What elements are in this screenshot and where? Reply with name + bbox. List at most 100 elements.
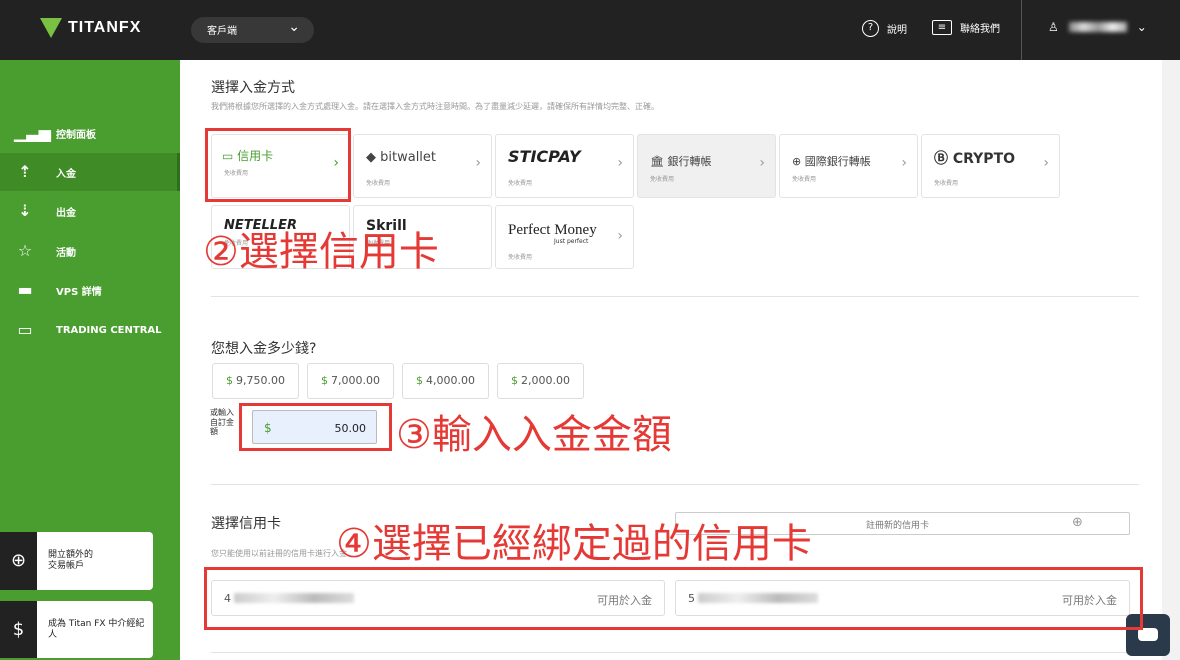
sidebar-item-label: 入金 — [56, 168, 76, 180]
annotation-step-3: ③輸入入金金額 — [396, 412, 672, 458]
section-divider — [211, 652, 1139, 653]
method-name: ◆ bitwallet — [366, 150, 436, 165]
header-divider — [1021, 0, 1022, 60]
become-ib-label: 成為 Titan FX 中介經紀 人 — [48, 619, 145, 640]
withdraw-icon: ⇣ — [18, 201, 32, 220]
chevron-down-icon: ⌄ — [288, 19, 300, 35]
method-note: 免收費用 — [792, 176, 817, 183]
method-label: 國際銀行轉帳 — [804, 155, 871, 168]
help-link[interactable]: ? 說明 — [862, 20, 907, 37]
method-label: bitwallet — [380, 150, 437, 165]
sidebar-item-label: TRADING CENTRAL — [56, 324, 162, 336]
badge-icon: ☆ — [17, 241, 33, 260]
sidebar-item-label: VPS 詳情 — [56, 286, 102, 298]
method-note: 免收費用 — [934, 180, 959, 187]
dollar-sign: $ — [511, 374, 518, 387]
highlight-amount-input — [239, 403, 392, 451]
user-name-blurred — [1068, 22, 1127, 32]
method-international-bank-transfer[interactable]: ⊕ 國際銀行轉帳 免收費用 › — [779, 134, 918, 198]
method-tagline: Just perfect — [554, 238, 589, 245]
chevron-right-icon: › — [901, 155, 907, 171]
credit-card-title: 選擇信用卡 — [211, 516, 281, 532]
custom-amount-label: 或輸入自訂金額 — [210, 408, 234, 436]
bank-icon: 🏛 — [650, 155, 668, 168]
sidebar-item-label: 控制面板 — [56, 129, 96, 141]
become-ib-card[interactable]: $ 成為 Titan FX 中介經紀 人 — [0, 601, 153, 658]
method-name: 🏛 銀行轉帳 — [650, 153, 711, 169]
sidebar-item-vps[interactable]: ▬ VPS 詳情 — [0, 271, 180, 309]
method-perfect-money[interactable]: Perfect Money Just perfect 免收費用 › — [495, 205, 634, 269]
highlight-credit-card — [205, 128, 351, 202]
dollar-sign: $ — [321, 374, 328, 387]
amount-title: 您想入金多少錢? — [211, 341, 317, 357]
chevron-right-icon: › — [1043, 155, 1049, 171]
chart-bars-icon: ▁▃▅ — [14, 123, 51, 142]
method-sticpay[interactable]: STICPAY 免收費用 › — [495, 134, 634, 198]
method-crypto[interactable]: Ⓑ CRYPTO 免收費用 › — [921, 134, 1060, 198]
server-icon: ▬ — [17, 280, 33, 299]
chat-icon: ≡ — [932, 20, 952, 35]
section-divider — [211, 296, 1139, 297]
dollar-chat-icon: $ — [0, 601, 37, 658]
user-menu[interactable]: ♙ ⌄ — [1048, 20, 1147, 34]
annotation-step-2: ②選擇信用卡 — [203, 229, 439, 275]
sidebar-item-promotions[interactable]: ☆ 活動 — [0, 232, 180, 270]
scrollbar[interactable] — [1162, 60, 1180, 660]
question-icon: ? — [862, 20, 879, 37]
help-label: 說明 — [887, 25, 907, 36]
plus-circle-icon: ⊕ — [1072, 515, 1083, 530]
sidebar-item-deposit[interactable]: ⇡ 入金 — [0, 153, 180, 191]
sidebar-item-label: 活動 — [56, 247, 76, 259]
method-note: 免收費用 — [366, 180, 391, 187]
method-name: ⊕ 國際銀行轉帳 — [792, 153, 871, 169]
dollar-sign: $ — [226, 374, 233, 387]
bitwallet-icon: ◆ — [366, 150, 381, 165]
method-label: STICPAY — [508, 147, 581, 166]
preset-amount-button[interactable]: $4,000.00 — [402, 363, 489, 399]
chevron-down-icon: ⌄ — [1136, 20, 1147, 34]
bitcoin-icon: Ⓑ — [934, 151, 953, 167]
sidebar-item-dashboard[interactable]: ▁▃▅ 控制面板 — [0, 114, 180, 152]
method-note: 免收費用 — [650, 176, 675, 183]
account-selector-label: 客戶端 — [207, 26, 237, 37]
credit-card-note: 您只能使用以前註冊的信用卡進行入金 — [211, 549, 347, 558]
section-divider — [211, 484, 1139, 485]
sidebar-item-withdraw[interactable]: ⇣ 出金 — [0, 192, 180, 230]
preset-amount-button[interactable]: $9,750.00 — [212, 363, 299, 399]
method-label: 銀行轉帳 — [667, 155, 712, 168]
contact-label: 聯絡我們 — [960, 24, 1000, 35]
highlight-saved-cards — [204, 567, 1143, 630]
globe-icon: ⊕ — [792, 155, 805, 168]
method-bitwallet[interactable]: ◆ bitwallet 免收費用 › — [353, 134, 492, 198]
preset-amount-label: 9,750.00 — [236, 374, 285, 387]
sidebar-item-label: 出金 — [56, 207, 76, 219]
user-icon: ♙ — [1048, 20, 1059, 34]
chevron-right-icon: › — [617, 228, 623, 244]
preset-amount-label: 7,000.00 — [331, 374, 380, 387]
payment-method-note: 我們將根據您所選擇的入金方式處理入金。請在選擇入金方式時注意時間。為了盡量減少延… — [211, 102, 659, 111]
chevron-right-icon: › — [759, 155, 765, 171]
annotation-step-4: ④選擇已經綁定過的信用卡 — [336, 521, 812, 567]
top-bar: TITANFX 客戶端 ⌄ ? 說明 ≡ 聯絡我們 ♙ ⌄ — [0, 0, 1180, 60]
preset-amount-button[interactable]: $7,000.00 — [307, 363, 394, 399]
preset-amount-label: 4,000.00 — [426, 374, 475, 387]
open-additional-account-card[interactable]: ⊕ 開立額外的 交易帳戶 — [0, 532, 153, 590]
contact-link[interactable]: ≡ 聯絡我們 — [932, 20, 1000, 35]
logo-icon — [40, 18, 62, 38]
titanfx-logo[interactable]: TITANFX — [40, 18, 141, 38]
chevron-right-icon: › — [475, 155, 481, 171]
method-label: CRYPTO — [952, 151, 1016, 167]
register-new-card-label: 註冊新的信用卡 — [866, 521, 930, 531]
method-bank-transfer[interactable]: 🏛 銀行轉帳 免收費用 › — [637, 134, 776, 198]
method-label: Perfect Money — [508, 222, 597, 238]
preset-amount-button[interactable]: $2,000.00 — [497, 363, 584, 399]
chevron-right-icon: › — [617, 155, 623, 171]
account-selector[interactable]: 客戶端 ⌄ — [191, 17, 314, 43]
deposit-icon: ⇡ — [18, 162, 32, 181]
method-note: 免收費用 — [508, 180, 533, 187]
monitor-chart-icon: ▭ — [17, 320, 33, 339]
plus-circle-icon: ⊕ — [0, 532, 37, 590]
sidebar-item-trading-central[interactable]: ▭ TRADING CENTRAL — [0, 311, 180, 349]
dollar-sign: $ — [416, 374, 423, 387]
logo-text: TITANFX — [68, 19, 142, 36]
